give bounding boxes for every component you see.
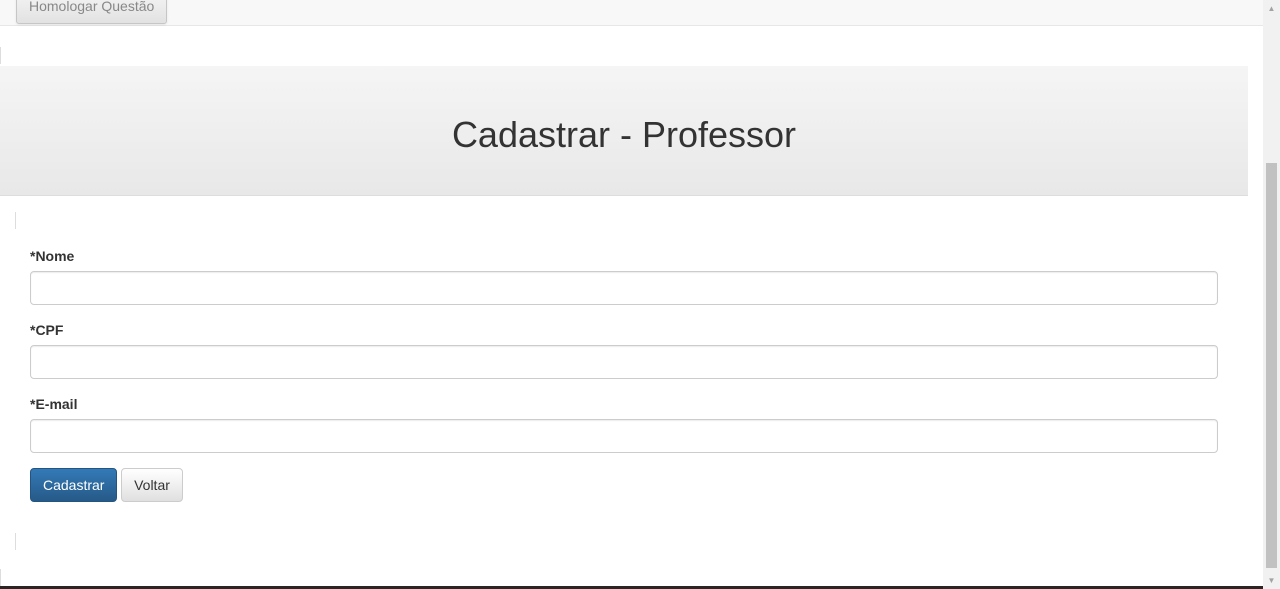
- page-title: Cadastrar - Professor: [451, 114, 797, 155]
- homologar-questao-button[interactable]: Homologar Questão: [16, 0, 168, 24]
- nome-field[interactable]: [30, 271, 1218, 305]
- email-label: *E-mail: [30, 396, 78, 412]
- divider: [0, 47, 1, 64]
- divider: [0, 569, 1, 586]
- page: Homologar Questão Cadastrar - Professor …: [0, 0, 1280, 589]
- scroll-up-icon[interactable]: ▲: [1263, 0, 1280, 17]
- divider: [15, 212, 16, 229]
- scrollbar-thumb[interactable]: [1266, 163, 1277, 568]
- scroll-down-icon[interactable]: ▼: [1263, 572, 1280, 589]
- cpf-label: *CPF: [30, 322, 64, 338]
- top-navbar: Homologar Questão: [0, 0, 1263, 26]
- vertical-scrollbar[interactable]: ▲ ▼: [1263, 0, 1280, 589]
- nome-label: *Nome: [30, 248, 75, 264]
- email-field[interactable]: [30, 419, 1218, 453]
- cadastrar-button[interactable]: Cadastrar: [30, 468, 117, 502]
- voltar-button[interactable]: Voltar: [121, 468, 183, 502]
- cpf-field[interactable]: [30, 345, 1218, 379]
- divider: [15, 533, 16, 550]
